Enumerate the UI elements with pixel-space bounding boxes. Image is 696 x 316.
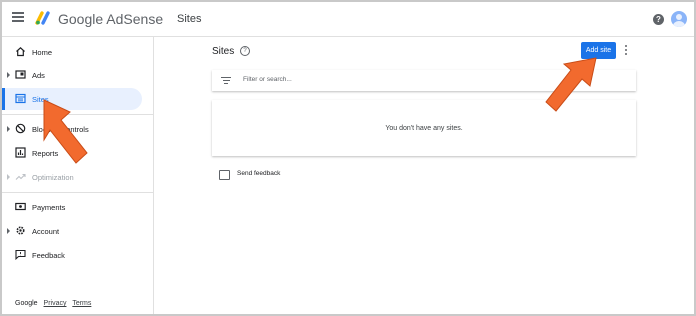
privacy-link[interactable]: Privacy (44, 300, 67, 307)
product-name: Google AdSense (58, 11, 164, 27)
adsense-logo (35, 11, 50, 25)
expand-caret-icon[interactable] (7, 174, 10, 180)
sidebar-item-label: Ads (32, 71, 45, 80)
send-feedback-label: Send feedback (237, 170, 281, 177)
sites-icon (15, 93, 26, 104)
sidebar-item-account[interactable]: Account (2, 220, 142, 242)
help-circle-icon[interactable]: ? (240, 46, 250, 56)
sidebar-item-label: Payments (32, 203, 66, 212)
optimization-icon (15, 173, 26, 180)
sidebar-item-payments[interactable]: Payments (2, 196, 142, 218)
reports-icon (15, 147, 26, 158)
sidebar-divider (2, 192, 153, 193)
footer-google: Google (15, 300, 38, 307)
ads-icon (15, 70, 26, 79)
expand-caret-icon[interactable] (7, 228, 10, 234)
sidebar-item-label: Home (32, 48, 53, 57)
account-gear-icon (16, 226, 25, 235)
header-page-title: Sites (177, 13, 202, 25)
empty-state-message: You don't have any sites. (385, 125, 463, 132)
sidebar-item-home[interactable]: Home (2, 41, 142, 63)
sidebar-footer: Google Privacy Terms (15, 300, 95, 307)
feedback-icon (15, 249, 26, 260)
help-icon[interactable]: ? (653, 14, 664, 25)
sidebar-item-label: Account (32, 227, 60, 236)
expand-caret-icon[interactable] (7, 126, 10, 132)
sidebar-item-feedback[interactable]: Feedback (2, 244, 142, 266)
more-options-icon[interactable] (624, 45, 628, 57)
annotation-arrow-icon (545, 57, 597, 112)
expand-caret-icon[interactable] (7, 72, 10, 78)
feedback-icon (219, 170, 230, 180)
sidebar: Home Ads Sites Blocking controls Reports… (2, 37, 154, 314)
menu-icon[interactable] (12, 12, 24, 24)
sidebar-item-optimization[interactable]: Optimization (2, 166, 142, 188)
sidebar-item-label: Feedback (32, 251, 65, 260)
app-window: Google AdSense Sites ? Home Ads Sites Bl… (0, 0, 696, 316)
home-icon (16, 46, 25, 57)
avatar[interactable] (671, 11, 687, 27)
block-icon (15, 123, 26, 134)
payments-icon (15, 202, 26, 211)
annotation-arrow-icon (43, 99, 88, 164)
sidebar-item-ads[interactable]: Ads (2, 64, 142, 86)
sidebar-item-label: Optimization (32, 173, 74, 182)
top-bar: Google AdSense Sites ? (2, 2, 694, 37)
page-title: Sites (212, 46, 235, 57)
terms-link[interactable]: Terms (72, 300, 91, 307)
filter-icon[interactable] (221, 77, 231, 85)
